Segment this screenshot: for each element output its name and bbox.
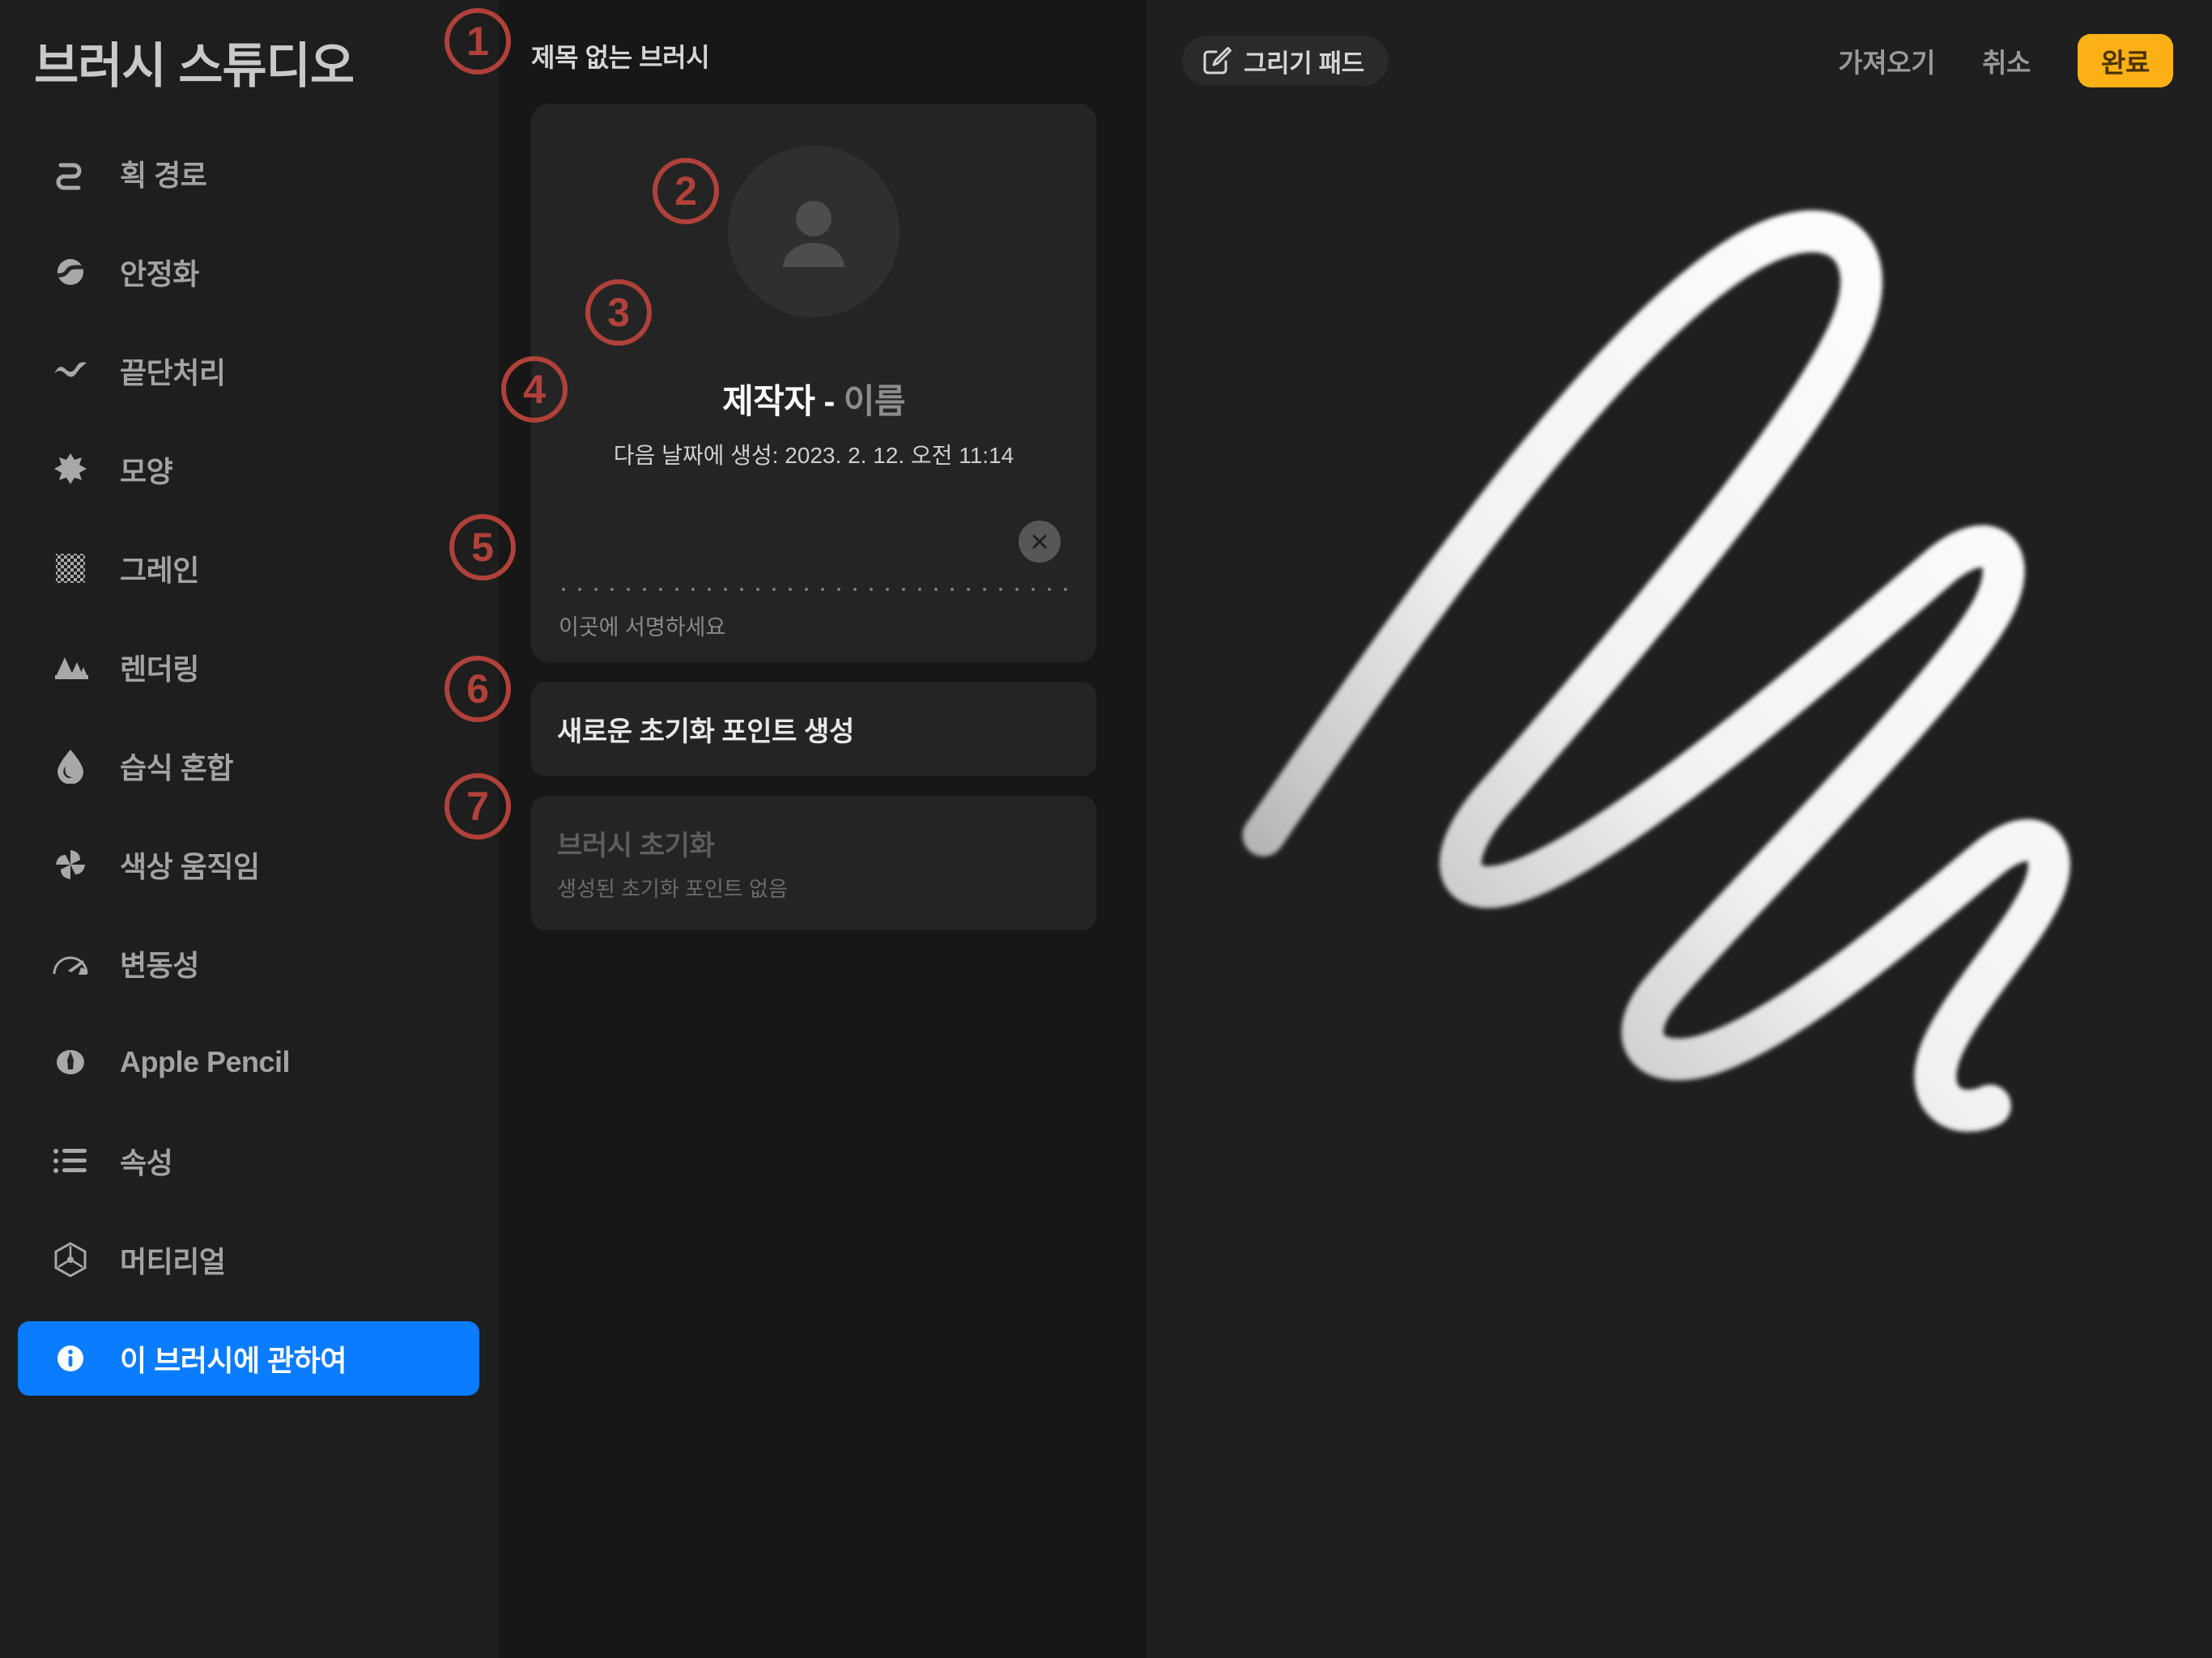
page-title: 브러시 스튜디오 [34,39,355,93]
sidebar-item-label: 획 경로 [120,159,207,192]
wet-mix-icon [52,747,89,784]
author-card: 제작자 - 이름 다음 날짜에 생성: 2023. 2. 12. 오전 11:1… [531,104,1096,662]
annotation-marker-6: 6 [445,656,511,722]
sidebar-item-label: 이 브러시에 관하여 [120,1344,347,1377]
create-reset-point-button[interactable]: 새로운 초기화 포인트 생성 [531,682,1096,776]
properties-icon [52,1142,89,1180]
import-button[interactable]: 가져오기 [1838,41,1935,80]
sidebar-item-label: Apple Pencil [120,1045,291,1078]
sidebar-item-stroke-path[interactable]: 획 경로 [18,136,479,210]
sidebar-item-wet-mix[interactable]: 습식 혼합 [18,729,479,803]
sidebar-item-grain[interactable]: 그레인 [18,531,479,606]
create-reset-point-label: 새로운 초기화 포인트 생성 [557,716,854,747]
sidebar-item-apple-pencil[interactable]: Apple Pencil [18,1025,479,1099]
done-button-label: 완료 [2101,48,2150,78]
signature-area[interactable]: 이곳에 서명하세요 [555,521,1072,641]
sidebar-item-label: 안정화 [120,257,199,291]
drawing-pad-label: 그리기 패드 [1244,49,1364,78]
sidebar-item-taper[interactable]: 끝단처리 [18,334,479,408]
sidebar-item-label: 모양 [120,455,173,488]
close-circle-icon[interactable] [1019,521,1061,563]
stroke-path-icon [52,155,89,192]
brush-name-label: 제목 없는 브러시 [531,43,710,72]
stabilization-icon [52,253,89,291]
sidebar-item-label: 습식 혼합 [120,751,233,784]
sidebar-item-properties[interactable]: 속성 [18,1124,479,1198]
sidebar-item-label: 그레인 [120,554,199,587]
sidebar-item-materials[interactable]: 머티리얼 [18,1222,479,1297]
color-dynamics-icon [52,846,89,883]
pencil-square-icon [1202,45,1232,76]
apple-pencil-icon [52,1044,89,1081]
about-panel: 제목 없는 브러시 제작자 - 이름 다음 날짜에 생성: 2023. 2. 1… [499,0,1146,1658]
done-button[interactable]: 완료 [2078,34,2173,87]
brush-preview-canvas[interactable]: 그리기 패드 가져오기 취소 완료 [1146,0,2212,1658]
reset-brush-sublabel: 생성된 초기화 포인트 없음 [557,877,788,901]
sidebar-item-label: 끝단처리 [120,356,226,389]
brush-studio-window: 브러시 스튜디오 획 경로 안정화 끝단처리 모양 그레인 렌더링 습식 혼합 … [0,0,2212,1658]
signature-dotted-line [555,587,1072,592]
sidebar-item-label: 변동성 [120,949,199,982]
sidebar-item-dynamics[interactable]: 변동성 [18,926,479,1001]
person-avatar-icon [783,201,844,267]
taper-icon [52,352,89,389]
sidebar-item-label: 머티리얼 [120,1245,226,1278]
sidebar-item-label: 색상 움직임 [120,850,260,883]
sidebar-item-stabilization[interactable]: 안정화 [18,235,479,309]
sidebar-item-shape[interactable]: 모양 [18,432,479,507]
avatar[interactable] [728,146,900,317]
author-separator: - [823,382,835,420]
top-toolbar: 그리기 패드 가져오기 취소 완료 [1146,0,2212,121]
annotation-marker-3: 3 [585,279,652,346]
sidebar-item-rendering[interactable]: 렌더링 [18,630,479,704]
sidebar-item-color-dynamics[interactable]: 색상 움직임 [18,827,479,902]
reset-brush-button[interactable]: 브러시 초기화 생성된 초기화 포인트 없음 [531,796,1096,930]
annotation-marker-4: 4 [501,356,568,423]
sidebar-item-label: 속성 [120,1146,173,1180]
dynamics-icon [52,945,89,982]
author-label: 제작자 [722,382,815,420]
annotation-marker-7: 7 [445,773,511,840]
info-icon [52,1340,89,1377]
rendering-icon [52,648,89,686]
sidebar-item-label: 렌더링 [120,653,199,686]
drawing-pad-button[interactable]: 그리기 패드 [1182,36,1389,86]
shape-icon [52,451,89,488]
sidebar-item-about-this-brush[interactable]: 이 브러시에 관하여 [18,1321,479,1396]
author-line: 제작자 - 이름 [722,374,905,423]
annotation-marker-1: 1 [445,8,511,74]
materials-icon [52,1241,89,1278]
sidebar: 브러시 스튜디오 획 경로 안정화 끝단처리 모양 그레인 렌더링 습식 혼합 … [0,0,499,1658]
created-date-label: 다음 날짜에 생성: 2023. 2. 12. 오전 11:14 [613,443,1015,468]
grain-icon [52,550,89,587]
author-name-field[interactable]: 이름 [844,382,906,420]
annotation-marker-2: 2 [653,158,719,224]
brush-stroke-preview [1242,210,2070,1132]
annotation-marker-5: 5 [449,514,516,580]
toolbar-actions: 가져오기 취소 완료 [1838,34,2173,87]
signature-placeholder: 이곳에 서명하세요 [559,615,726,640]
reset-brush-label: 브러시 초기화 [557,831,715,861]
cancel-button[interactable]: 취소 [1982,41,2031,80]
sidebar-list: 획 경로 안정화 끝단처리 모양 그레인 렌더링 습식 혼합 색상 움직임 변동… [0,136,499,1396]
